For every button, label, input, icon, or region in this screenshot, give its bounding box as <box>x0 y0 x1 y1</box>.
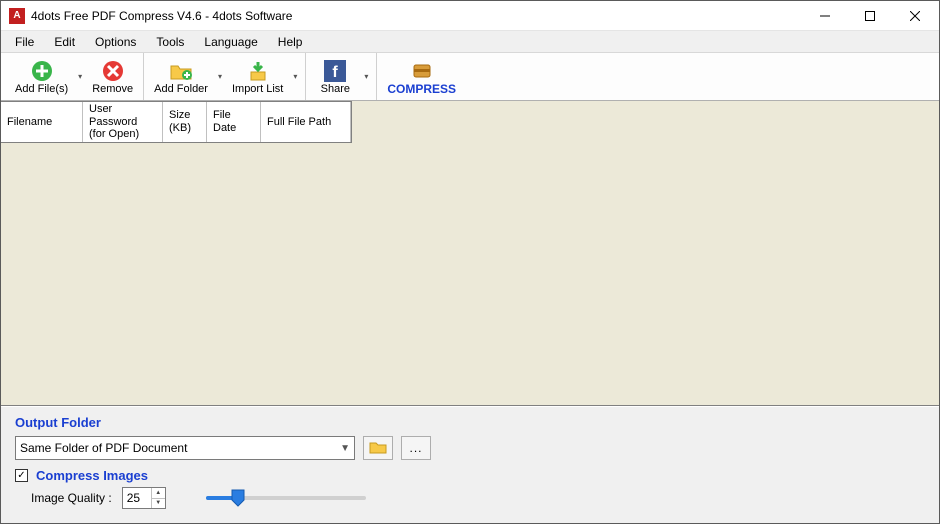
grid-column-header[interactable]: File Date <box>207 102 261 142</box>
add-files-dropdown[interactable]: ▾ <box>74 53 86 100</box>
slider-thumb[interactable] <box>231 489 245 507</box>
image-quality-input[interactable]: 25 ▲ ▼ <box>122 487 166 509</box>
compress-images-checkbox[interactable]: ✓ <box>15 469 28 482</box>
app-icon: A <box>9 8 25 24</box>
compress-icon <box>410 58 434 82</box>
spin-down-icon[interactable]: ▼ <box>151 499 165 509</box>
import-list-button[interactable]: Import List <box>226 53 289 100</box>
folder-icon <box>369 440 387 457</box>
maximize-button[interactable] <box>847 2 892 30</box>
compress-button[interactable]: COMPRESS <box>381 53 462 100</box>
menu-help[interactable]: Help <box>268 33 313 51</box>
output-folder-title: Output Folder <box>15 415 925 430</box>
plus-icon <box>30 59 54 83</box>
add-folder-dropdown[interactable]: ▾ <box>214 53 226 100</box>
bottom-panel: Output Folder Same Folder of PDF Documen… <box>1 406 939 523</box>
grid-column-header[interactable]: Full File Path <box>261 102 351 142</box>
slider-fill <box>206 496 235 500</box>
close-button[interactable] <box>892 2 937 30</box>
grid-column-header[interactable]: Size (KB) <box>163 102 207 142</box>
window-title: 4dots Free PDF Compress V4.6 - 4dots Sof… <box>31 9 802 23</box>
file-grid: FilenameUser Password (for Open)Size (KB… <box>1 101 939 406</box>
image-quality-value: 25 <box>123 488 151 508</box>
menu-language[interactable]: Language <box>194 33 267 51</box>
menu-tools[interactable]: Tools <box>146 33 194 51</box>
facebook-icon: f <box>323 59 347 83</box>
menu-options[interactable]: Options <box>85 33 146 51</box>
add-files-button[interactable]: Add File(s) <box>9 53 74 100</box>
add-folder-button[interactable]: Add Folder <box>148 53 214 100</box>
minimize-button[interactable] <box>802 2 847 30</box>
remove-button[interactable]: Remove <box>86 53 139 100</box>
grid-column-header[interactable]: User Password (for Open) <box>83 102 163 142</box>
output-folder-value: Same Folder of PDF Document <box>20 441 340 455</box>
image-quality-label: Image Quality : <box>31 491 112 505</box>
image-quality-slider[interactable] <box>206 496 366 500</box>
folder-plus-icon <box>169 59 193 83</box>
browse-folder-button[interactable] <box>363 436 393 460</box>
import-list-dropdown[interactable]: ▾ <box>289 53 301 100</box>
menu-edit[interactable]: Edit <box>44 33 85 51</box>
title-bar: A 4dots Free PDF Compress V4.6 - 4dots S… <box>1 1 939 31</box>
share-dropdown[interactable]: ▾ <box>360 53 372 100</box>
grid-header: FilenameUser Password (for Open)Size (KB… <box>1 101 352 143</box>
remove-icon <box>101 59 125 83</box>
ellipsis-icon: ... <box>409 441 422 455</box>
more-output-button[interactable]: ... <box>401 436 431 460</box>
menu-bar: File Edit Options Tools Language Help <box>1 31 939 53</box>
spin-up-icon[interactable]: ▲ <box>151 488 165 499</box>
import-icon <box>246 59 270 83</box>
grid-column-header[interactable]: Filename <box>1 102 83 142</box>
share-button[interactable]: f Share <box>310 53 360 100</box>
menu-file[interactable]: File <box>5 33 44 51</box>
chevron-down-icon: ▼ <box>340 443 350 454</box>
output-folder-select[interactable]: Same Folder of PDF Document ▼ <box>15 436 355 460</box>
toolbar: Add File(s) ▾ Remove Add Folder ▾ Import… <box>1 53 939 101</box>
compress-images-title: Compress Images <box>36 468 148 483</box>
svg-text:f: f <box>333 64 339 81</box>
